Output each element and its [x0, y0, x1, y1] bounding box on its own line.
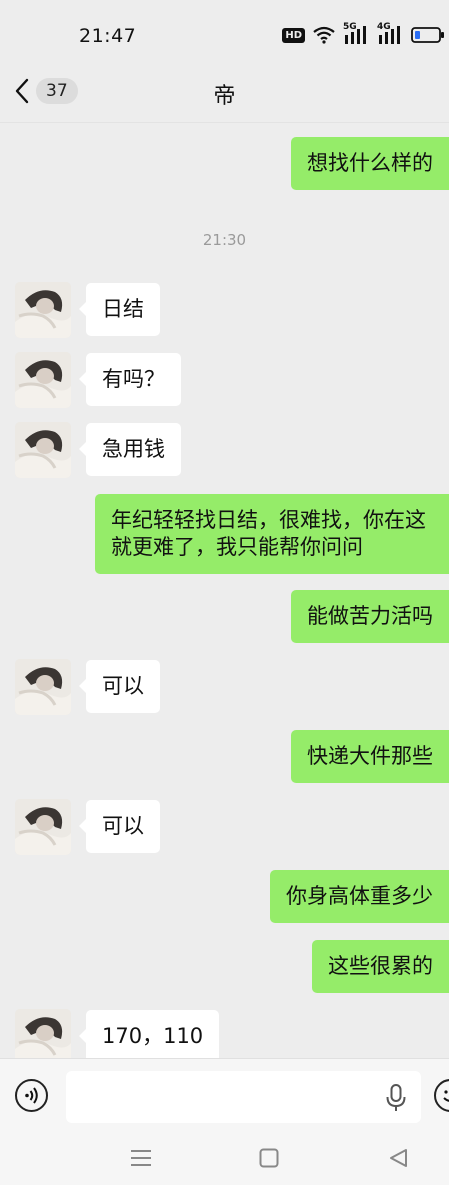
message-bubble[interactable]: 这些很累的 — [312, 940, 449, 993]
wifi-icon — [313, 26, 335, 44]
message-timestamp: 21:30 — [202, 231, 247, 249]
contact-avatar[interactable] — [15, 282, 71, 338]
menu-icon[interactable] — [130, 1148, 152, 1168]
signal-4g-icon: 4G — [377, 23, 403, 45]
status-time: 21:47 — [79, 25, 137, 47]
hd-icon: HD — [282, 27, 305, 43]
emoji-icon — [443, 1090, 449, 1102]
back-triangle-icon[interactable] — [388, 1148, 408, 1168]
chat-title: 帝 — [213, 84, 236, 109]
signal-5g-icon: 5G — [343, 23, 369, 45]
message-bubble[interactable]: 快递大件那些 — [291, 730, 449, 783]
microphone-icon[interactable] — [385, 1084, 407, 1112]
contact-avatar[interactable] — [15, 422, 71, 478]
message-list[interactable]: 想找什么样的 21:30 日结 有吗？ 急用钱 年纪轻轻找日结，很难找，你在这就… — [0, 123, 449, 1058]
avatar-image — [15, 422, 71, 478]
message-bubble[interactable]: 年纪轻轻找日结，很难找，你在这就更难了，我只能帮你问问 — [95, 494, 449, 574]
avatar-image — [15, 282, 71, 338]
emoji-button[interactable] — [434, 1079, 449, 1112]
home-icon[interactable] — [259, 1148, 279, 1168]
message-bubble[interactable]: 能做苦力活吗 — [291, 590, 449, 643]
avatar-image — [15, 1009, 71, 1058]
message-bubble[interactable]: 日结 — [79, 283, 160, 336]
avatar-image — [15, 659, 71, 715]
chat-header: 37 帝 — [0, 64, 449, 123]
contact-avatar[interactable] — [15, 1009, 71, 1058]
voice-icon — [25, 1087, 38, 1104]
message-bubble[interactable]: 想找什么样的 — [291, 137, 449, 190]
message-bubble[interactable]: 急用钱 — [79, 423, 181, 476]
message-bubble[interactable]: 可以 — [79, 800, 160, 853]
message-bubble[interactable]: 170，110 — [78, 1010, 220, 1058]
chat-screen: 21:47 HD 5G 4G 37 帝 想找什么样的 21:30 日结 有吗？ … — [0, 0, 449, 1185]
battery-icon — [411, 27, 444, 43]
contact-avatar[interactable] — [15, 659, 71, 715]
avatar-image — [15, 352, 71, 408]
contact-avatar[interactable] — [15, 799, 71, 855]
status-icons: HD 5G 4G — [282, 23, 445, 45]
message-input[interactable] — [66, 1071, 421, 1123]
avatar-image — [15, 799, 71, 855]
status-bar: 21:47 HD 5G 4G — [0, 0, 449, 64]
input-bar — [0, 1058, 449, 1135]
message-bubble[interactable]: 你身高体重多少 — [270, 870, 449, 923]
contact-avatar[interactable] — [15, 352, 71, 408]
message-bubble[interactable]: 有吗？ — [79, 353, 181, 406]
system-navigation-bar — [0, 1134, 449, 1185]
message-bubble[interactable]: 可以 — [79, 660, 160, 713]
voice-input-button[interactable] — [15, 1079, 48, 1112]
